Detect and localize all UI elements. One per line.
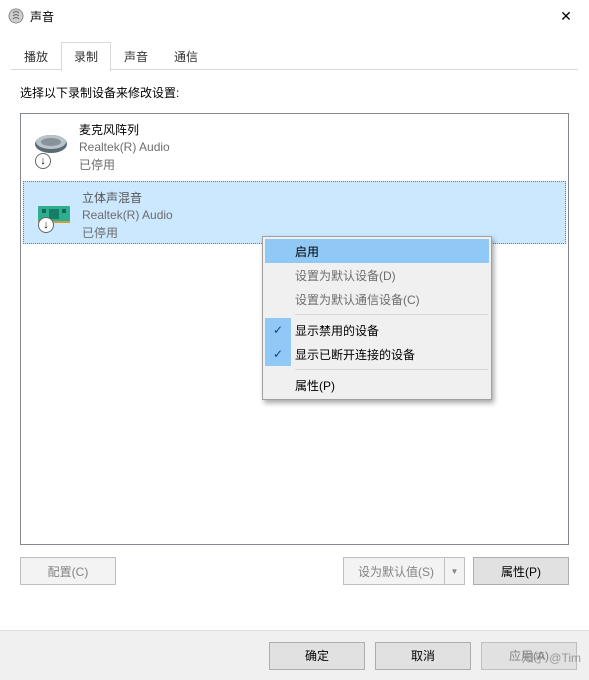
context-menu: 启用 设置为默认设备(D) 设置为默认通信设备(C) ✓ 显示禁用的设备 ✓ 显… — [262, 236, 492, 400]
dialog-buttons: 确定 取消 应用(A) — [0, 630, 589, 680]
ctx-label: 显示禁用的设备 — [295, 322, 379, 339]
disabled-badge-icon: ↓ — [38, 217, 54, 233]
apply-button[interactable]: 应用(A) — [481, 642, 577, 670]
tab-recording[interactable]: 录制 — [61, 42, 111, 71]
device-item-microphone[interactable]: ↓ 麦克风阵列 Realtek(R) Audio 已停用 — [21, 114, 568, 179]
ctx-properties[interactable]: 属性(P) — [265, 373, 489, 397]
ctx-separator — [295, 369, 488, 370]
ctx-show-disabled[interactable]: ✓ 显示禁用的设备 — [265, 318, 489, 342]
device-status: 已停用 — [79, 157, 170, 174]
titlebar: 声音 ✕ — [0, 0, 589, 32]
ctx-separator — [295, 314, 488, 315]
device-status: 已停用 — [82, 225, 173, 242]
cancel-button[interactable]: 取消 — [375, 642, 471, 670]
ctx-set-default[interactable]: 设置为默认设备(D) — [265, 263, 489, 287]
tab-sounds[interactable]: 声音 — [111, 43, 161, 70]
device-icon-wrap: ↓ — [26, 188, 82, 237]
app-icon — [8, 8, 24, 24]
ctx-show-disconnected[interactable]: ✓ 显示已断开连接的设备 — [265, 342, 489, 366]
device-icon-wrap: ↓ — [23, 120, 79, 173]
device-driver: Realtek(R) Audio — [82, 207, 173, 224]
ctx-enable[interactable]: 启用 — [265, 239, 489, 263]
tab-buttons-row: 配置(C) 设为默认值(S) ▼ 属性(P) — [0, 545, 589, 585]
close-icon: ✕ — [560, 8, 572, 25]
check-icon: ✓ — [265, 318, 291, 342]
device-driver: Realtek(R) Audio — [79, 139, 170, 156]
chevron-down-icon: ▼ — [444, 558, 464, 584]
window-title: 声音 — [30, 8, 543, 25]
disabled-badge-icon: ↓ — [35, 153, 51, 169]
ctx-label: 显示已断开连接的设备 — [295, 346, 415, 363]
check-icon: ✓ — [265, 342, 291, 366]
ok-button[interactable]: 确定 — [269, 642, 365, 670]
instruction-text: 选择以下录制设备来修改设置: — [20, 84, 569, 101]
tabstrip: 播放 录制 声音 通信 — [0, 32, 589, 70]
tab-communication[interactable]: 通信 — [161, 43, 211, 70]
close-button[interactable]: ✕ — [543, 0, 589, 32]
configure-button[interactable]: 配置(C) — [20, 557, 116, 585]
device-item-stereomix[interactable]: ↓ 立体声混音 Realtek(R) Audio 已停用 — [23, 181, 566, 244]
ctx-set-comm-default[interactable]: 设置为默认通信设备(C) — [265, 287, 489, 311]
set-default-label: 设为默认值(S) — [358, 563, 434, 580]
tab-playback[interactable]: 播放 — [11, 43, 61, 70]
device-name: 麦克风阵列 — [79, 122, 170, 139]
properties-button[interactable]: 属性(P) — [473, 557, 569, 585]
device-name: 立体声混音 — [82, 190, 173, 207]
set-default-button[interactable]: 设为默认值(S) ▼ — [343, 557, 465, 585]
